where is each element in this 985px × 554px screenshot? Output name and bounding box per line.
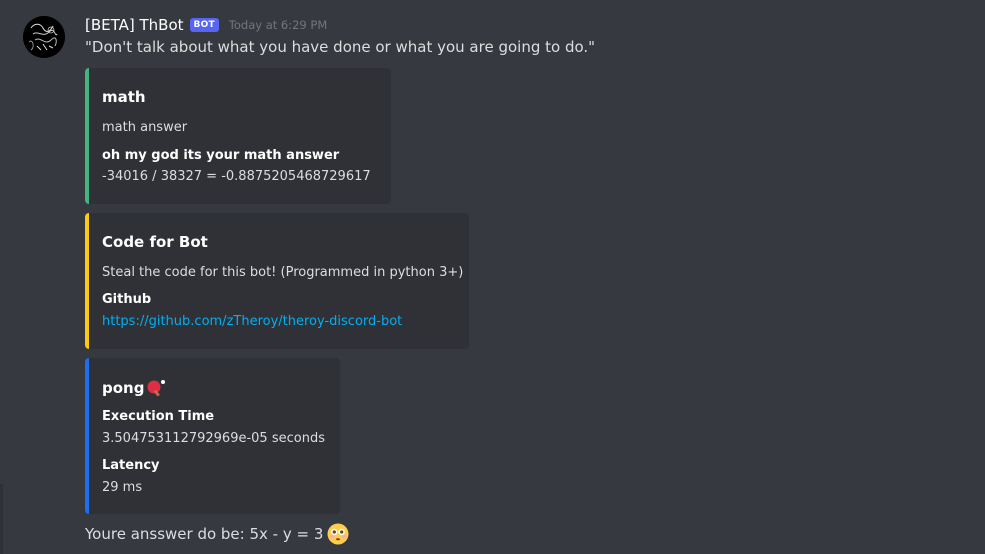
embed-title: Code for Bot: [102, 233, 208, 251]
field-name: Github: [102, 292, 152, 307]
embed-title-row: pong: [102, 378, 166, 398]
bot-tag: BOT: [189, 18, 219, 32]
embed-title: math: [102, 88, 146, 106]
github-link[interactable]: https://github.com/zTheroy/theroy-discor…: [102, 314, 402, 329]
embed-description: Steal the code for this bot! (Programmed…: [102, 265, 464, 280]
field-name: oh my god its your math answer: [102, 148, 340, 163]
timestamp[interactable]: Today at 6:29 PM: [229, 18, 327, 32]
field-name: Execution Time: [102, 409, 215, 424]
embed-color-bar: [85, 213, 89, 349]
embed-pong: pong Execution Time 3.504753112792969e-0…: [85, 358, 340, 514]
embed-title: pong: [102, 379, 145, 397]
embed-code-for-bot: Code for Bot Steal the code for this bot…: [85, 213, 469, 349]
embed-color-bar: [85, 358, 89, 514]
scrollbar-edge: [0, 484, 3, 554]
embed-description: math answer: [102, 120, 188, 135]
ping-pong-icon: [147, 380, 166, 397]
embed-math: math math answer oh my god its your math…: [85, 68, 391, 204]
field-name: Latency: [102, 458, 160, 473]
final-message-text: Youre ansswer do be: 5x - y = 3: [85, 525, 324, 543]
field-value: 29 ms: [102, 480, 143, 495]
avatar[interactable]: [23, 16, 65, 58]
flushed-face-icon: [327, 523, 349, 545]
message-header: [BETA] ThBot BOT Today at 6:29 PM: [85, 14, 327, 36]
avatar-scribble-icon: [23, 16, 65, 58]
embed-color-bar: [85, 68, 89, 204]
final-message: Youre ansswer do be: 5x - y = 3: [85, 522, 349, 546]
field-value: 3.504753112792969e-05 seconds: [102, 431, 325, 446]
username[interactable]: [BETA] ThBot: [85, 16, 184, 34]
message-text: "Don't talk about what you have done or …: [85, 38, 596, 56]
chat-view: [BETA] ThBot BOT Today at 6:29 PM "Don't…: [0, 0, 985, 554]
field-value: -34016 / 38327 = -0.8875205468729617: [102, 169, 371, 184]
